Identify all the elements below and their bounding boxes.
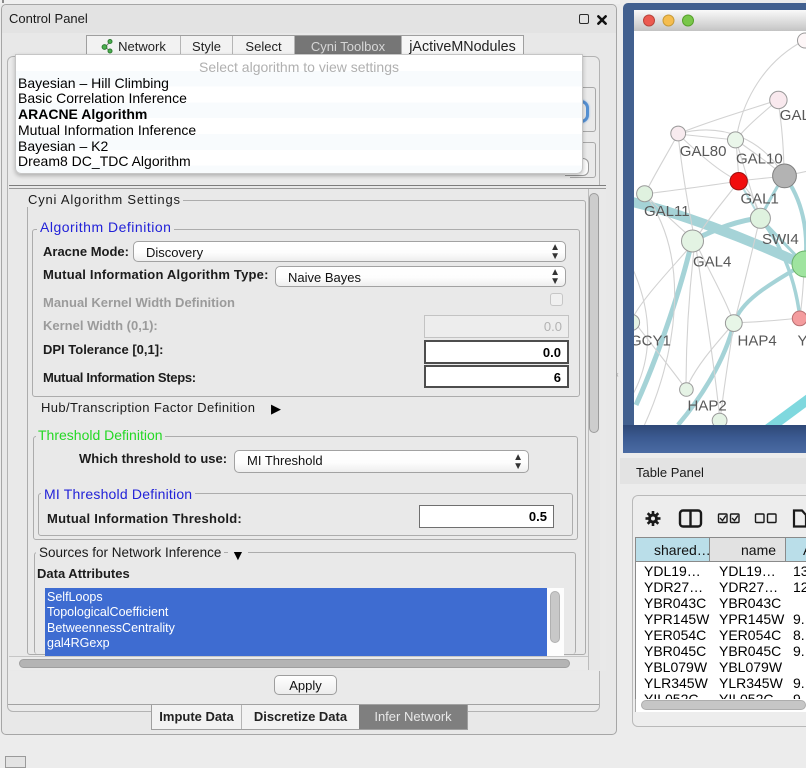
svg-text:SWI4: SWI4 <box>762 231 799 248</box>
svg-text:GAL80: GAL80 <box>680 143 727 160</box>
svg-text:YM: YM <box>798 333 806 350</box>
svg-text:HAP4: HAP4 <box>738 333 777 350</box>
svg-text:GCY1: GCY1 <box>634 333 671 350</box>
svg-text:GAL7: GAL7 <box>780 107 806 124</box>
svg-text:GAL1: GAL1 <box>741 191 779 208</box>
svg-text:GAL4: GAL4 <box>693 254 731 271</box>
svg-text:GAL10: GAL10 <box>736 151 783 168</box>
svg-text:HAP2: HAP2 <box>688 398 727 415</box>
svg-text:GAL11: GAL11 <box>644 203 690 220</box>
